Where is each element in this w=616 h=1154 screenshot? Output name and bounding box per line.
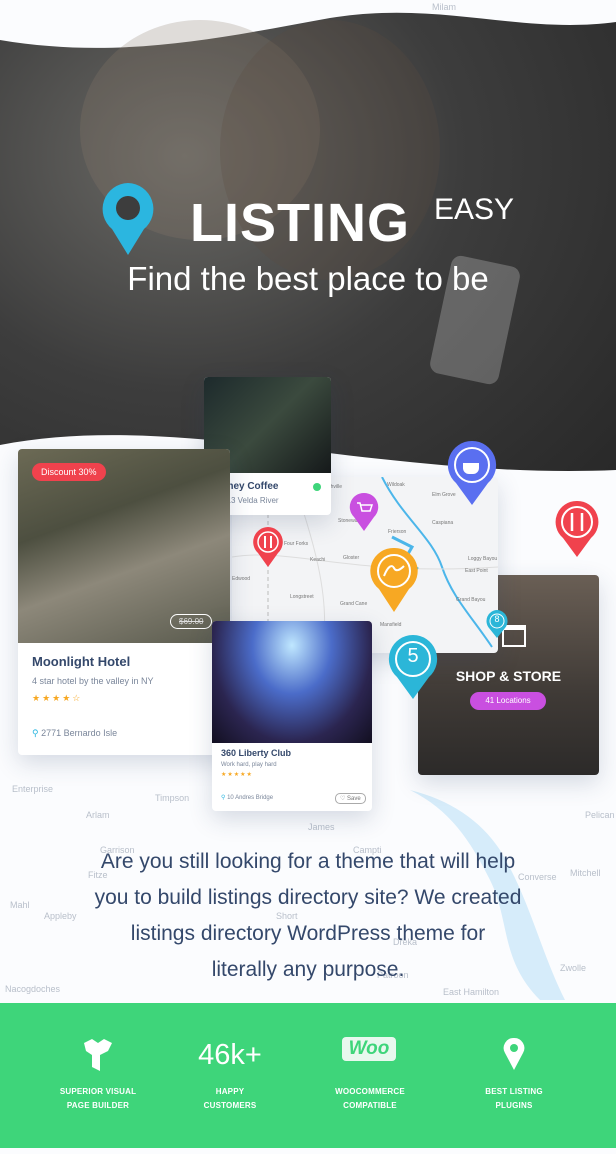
cluster-count: 5	[407, 645, 419, 667]
map-pin-icon	[503, 1037, 525, 1070]
club-rating-stars: ★★★★★	[221, 772, 253, 778]
map-label: Edwood	[232, 576, 251, 582]
feature-label: HAPPY CUSTOMERS	[203, 1087, 257, 1110]
club-address-text: 10 Andres Bridge	[227, 795, 274, 801]
map-label: Four Forks	[284, 541, 309, 547]
save-label: Save	[347, 796, 361, 802]
locations-count-badge[interactable]: 41 Locations	[470, 692, 546, 710]
location-icon: ⚲	[32, 728, 39, 738]
map-label: James	[308, 822, 335, 832]
feature-label: SUPERIOR VISUAL PAGE BUILDER	[59, 1087, 137, 1110]
map-label: Keachi	[310, 557, 326, 563]
restaurant-pin-icon[interactable]	[554, 499, 600, 559]
liberty-club-card[interactable]: 360 Liberty Club Work hard, play hard ★★…	[212, 621, 372, 811]
map-label: Caspiana	[432, 520, 454, 526]
club-title: 360 Liberty Club	[221, 748, 292, 758]
map-label: Timpson	[155, 793, 190, 803]
description-line: literally any purpose.	[211, 958, 405, 981]
description-line: you to build listings directory site? We…	[94, 886, 522, 909]
page-builder-icon	[84, 1039, 112, 1071]
description: Are you still looking for a theme that w…	[0, 844, 616, 988]
map-label: Grand Cane	[340, 601, 368, 607]
customers-stat: 46k+	[198, 1039, 262, 1071]
map-label: Frierson	[388, 529, 407, 535]
shop-title: SHOP & STORE	[455, 668, 562, 684]
map-label: Mansfield	[380, 622, 402, 628]
coffee-pin-icon[interactable]	[446, 439, 498, 507]
save-button[interactable]: ♡ Save	[335, 793, 366, 804]
cluster-pin-8[interactable]: 8	[485, 609, 509, 639]
restaurant-pin-icon[interactable]	[252, 526, 284, 568]
hotel-address: ⚲ 2771 Bernardo Isle	[32, 728, 117, 739]
feature-label: BEST LISTING PLUGINS	[485, 1087, 543, 1110]
map-label: Grand Bayou	[456, 597, 486, 603]
brand-name: LISTING	[190, 193, 410, 253]
hotel-subtitle: 4 star hotel by the valley in NY	[32, 676, 154, 686]
logo-pin-icon	[102, 183, 154, 255]
map-label: Gloster	[343, 555, 360, 561]
discount-badge: Discount 30%	[32, 463, 106, 481]
cluster-pin-5[interactable]: 5	[387, 633, 439, 701]
location-icon: ⚲	[221, 795, 226, 801]
woocommerce-icon: Woo	[342, 1037, 396, 1061]
description-line: Are you still looking for a theme that w…	[100, 850, 516, 873]
fitness-pin-icon[interactable]	[369, 546, 419, 614]
tagline: Find the best place to be	[127, 260, 489, 297]
map-label: Longstreet	[290, 594, 314, 600]
hotel-title: Moonlight Hotel	[32, 654, 131, 669]
shopping-cart-pin-icon[interactable]	[349, 492, 379, 532]
map-label: Arlam	[86, 810, 110, 820]
feature-label: WOOCOMMERCE COMPATIBLE	[335, 1087, 405, 1110]
verified-check-icon	[313, 483, 321, 491]
coffee-address-text: 313 Velda River	[222, 496, 279, 505]
old-price: $69.00	[170, 614, 213, 629]
map-label: Enterprise	[12, 784, 54, 794]
concert-photo	[212, 621, 372, 743]
map-label: Milam	[432, 2, 456, 12]
description-line: listings directory WordPress theme for	[130, 922, 486, 945]
hotel-address-text: 2771 Bernardo Isle	[41, 728, 118, 738]
map-label: Loggy Bayou	[468, 556, 498, 562]
hotel-rating-stars: ★★★★☆	[32, 693, 83, 703]
map-label: Wildoak	[387, 482, 405, 488]
features-bar: SUPERIOR VISUAL PAGE BUILDER 46k+ HAPPY CU…	[0, 1003, 616, 1148]
club-address: ⚲ 10 Andres Bridge	[221, 794, 273, 801]
hotel-card[interactable]: Discount 30% $69.00 Moonlight Hotel 4 st…	[18, 449, 230, 755]
brand-suffix: EASY	[434, 193, 515, 226]
cluster-count: 8	[494, 614, 500, 624]
map-label: East Point	[465, 568, 488, 574]
club-subtitle: Work hard, play hard	[221, 762, 277, 768]
